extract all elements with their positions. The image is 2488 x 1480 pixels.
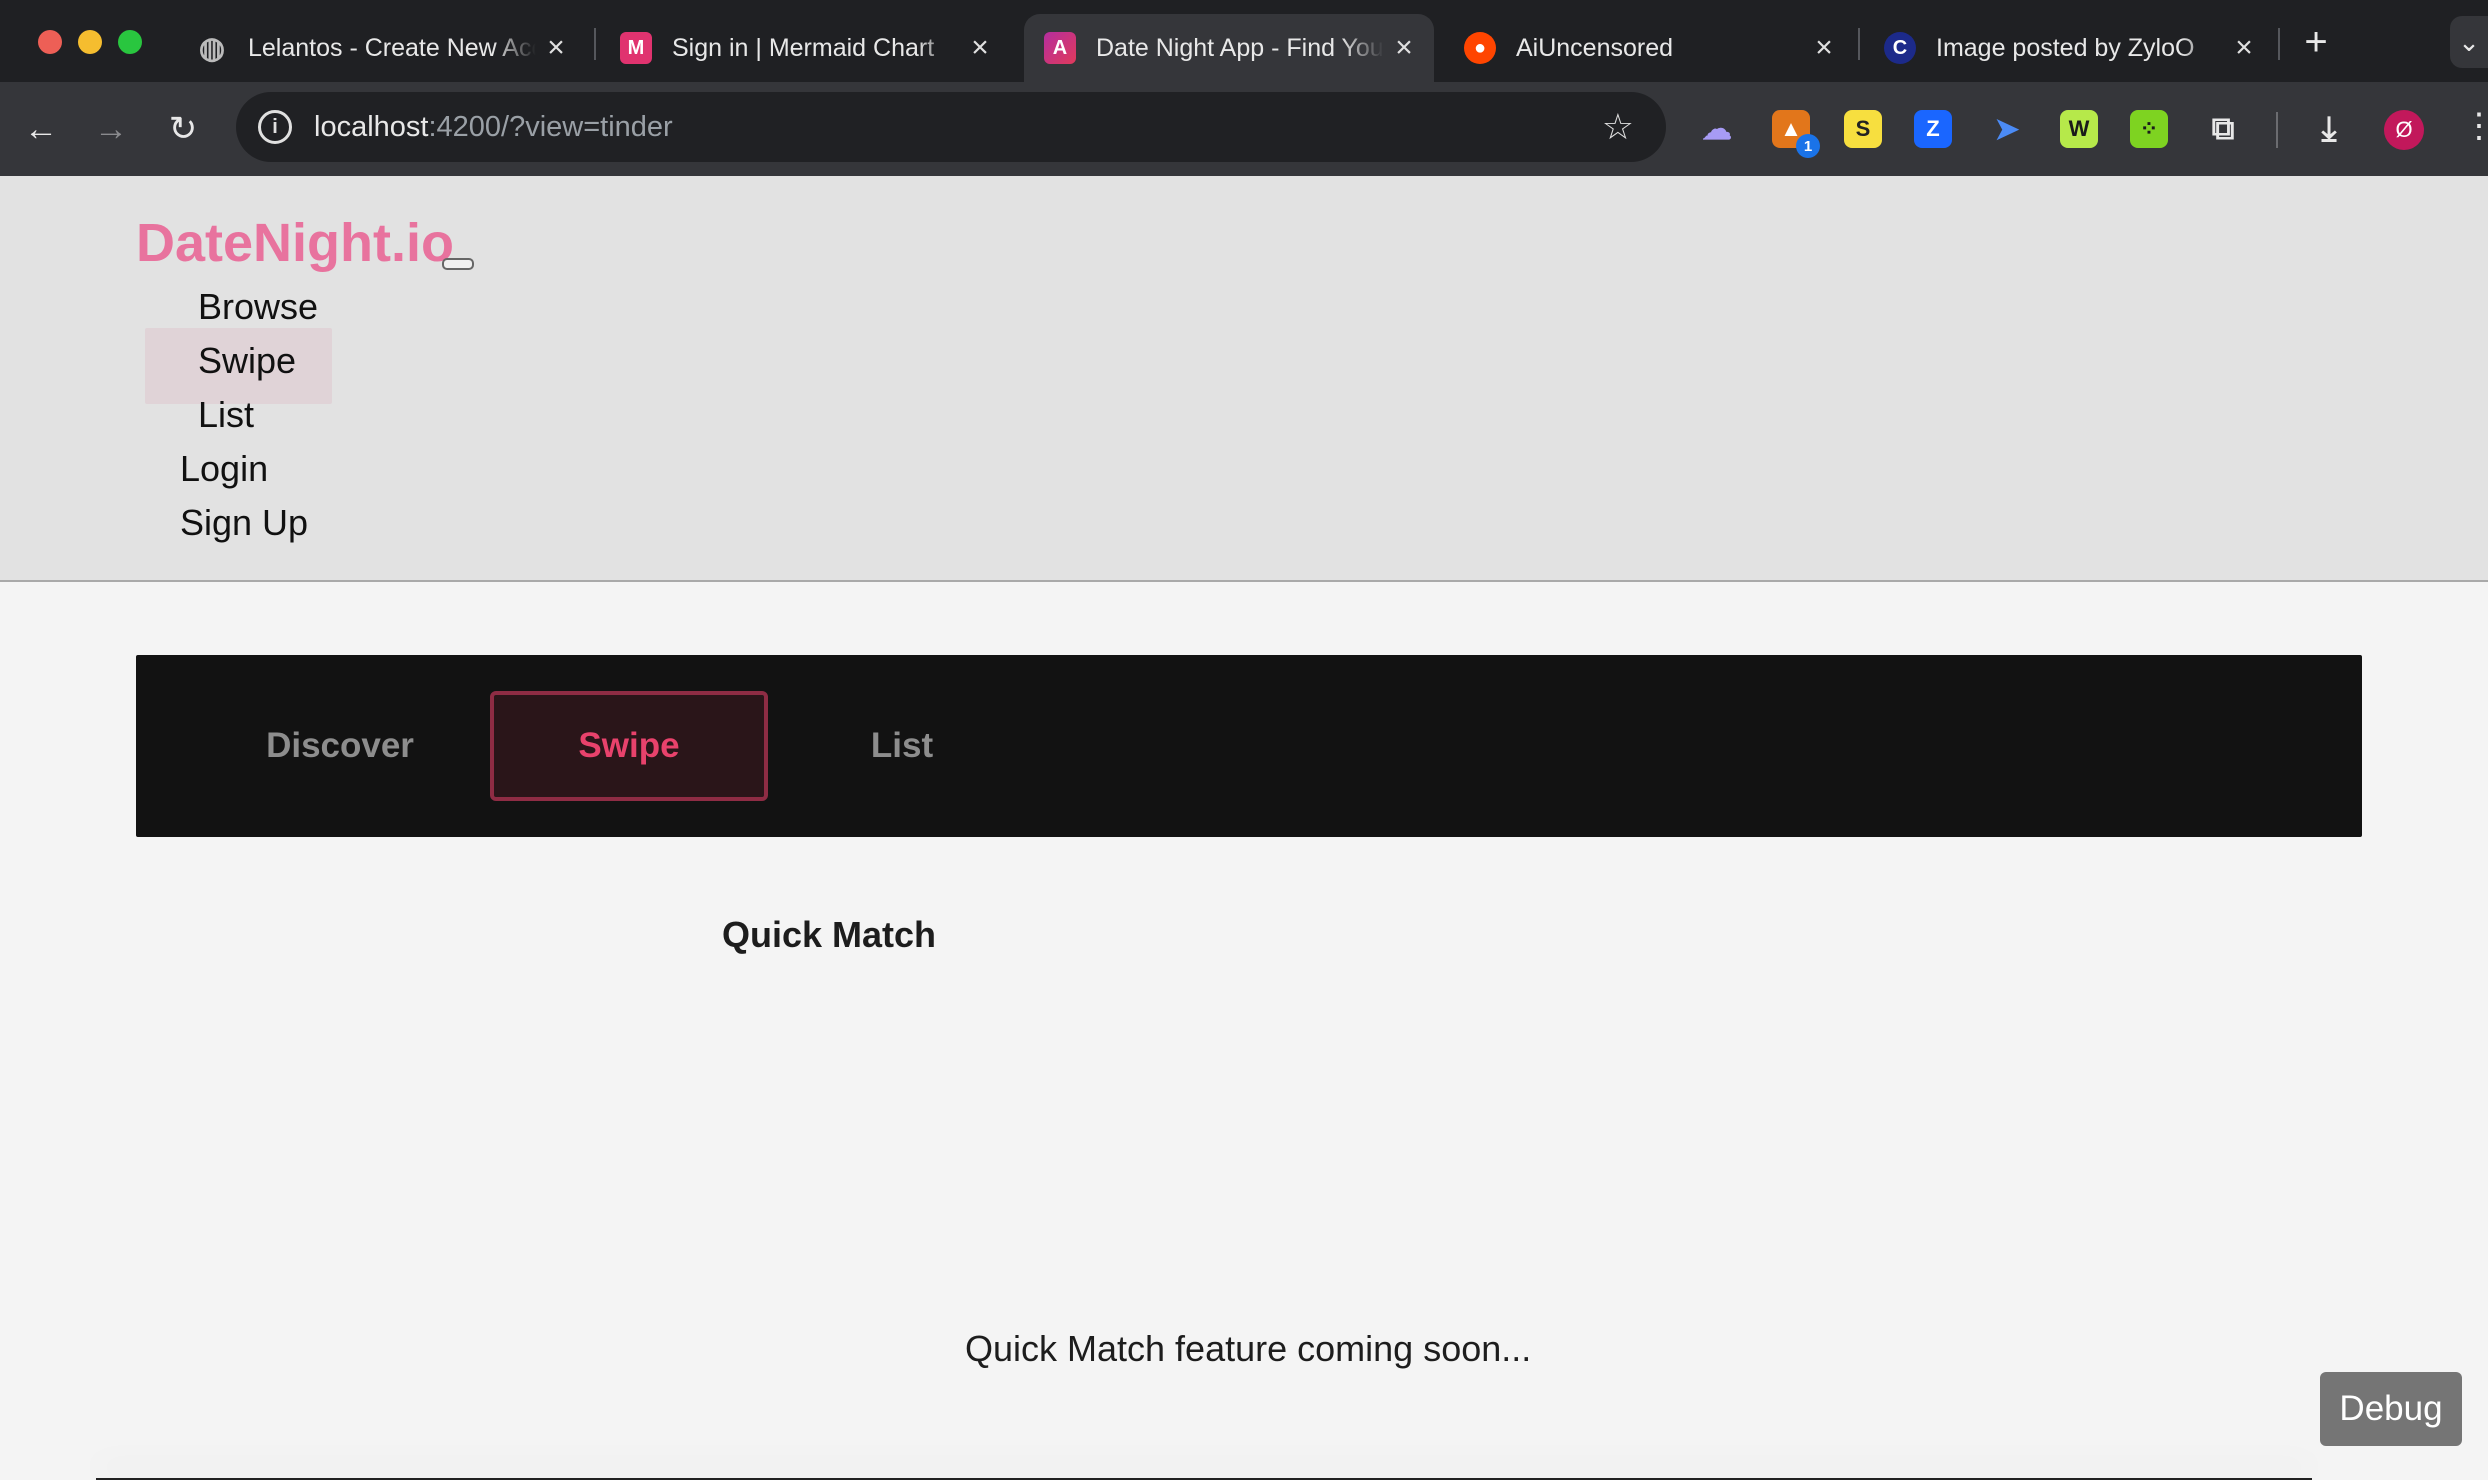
reddit-icon: ● <box>1464 32 1496 64</box>
browser-menu-icon[interactable]: ⋮ <box>2462 106 2488 146</box>
angular-icon: A <box>1044 32 1076 64</box>
debug-button[interactable]: Debug <box>2320 1372 2462 1446</box>
site-logo[interactable]: DateNight.io <box>136 212 454 274</box>
new-tab-icon[interactable]: + <box>2296 20 2336 65</box>
maximize-window-button[interactable] <box>118 30 142 54</box>
tab-title: Lelantos - Create New Account <box>248 33 536 62</box>
browser-tab[interactable]: ● AiUncensored × <box>1444 14 1854 82</box>
tab-discover[interactable]: Discover <box>244 691 436 801</box>
browser-toolbar: ← → ↻ i localhost:4200/?view=tinder ☆ <box>0 82 2488 176</box>
ghost-extension-icon[interactable]: ☁ <box>1698 110 1736 148</box>
address-host: localhost <box>314 110 429 143</box>
w-extension-icon[interactable]: W <box>2060 110 2098 148</box>
tab-separator <box>1858 28 1860 60</box>
metamask-extension-icon[interactable]: ▲ 1 <box>1772 110 1820 158</box>
close-tab-icon[interactable]: × <box>960 31 1000 65</box>
coming-soon-message: Quick Match feature coming soon... <box>965 1328 1532 1369</box>
tab-separator <box>2278 28 2280 60</box>
z-extension-icon[interactable]: Z <box>1914 110 1952 148</box>
close-tab-icon[interactable]: × <box>2224 31 2264 65</box>
s-extension-icon[interactable]: S <box>1844 110 1882 148</box>
toolbar-separator <box>2276 112 2278 148</box>
tab-title: Sign in | Mermaid Chart <box>672 33 935 62</box>
tab-list[interactable]: List <box>826 691 978 801</box>
section-title: Quick Match <box>722 914 937 955</box>
site-header: DateNight.io Browse Swipe List Login Sig… <box>0 176 2488 582</box>
nav-link-swipe[interactable]: Swipe <box>198 340 296 382</box>
profile-avatar[interactable]: Ø <box>2384 110 2424 150</box>
send-extension-icon[interactable]: ➤ <box>1988 110 2026 148</box>
address-bar[interactable]: i localhost:4200/?view=tinder ☆ <box>236 92 1666 162</box>
signup-link[interactable]: Sign Up <box>180 502 308 544</box>
view-tabs-bar: Discover Swipe List <box>136 655 2362 837</box>
civitai-icon: C <box>1884 32 1916 64</box>
globe-icon: ◍ <box>198 31 226 65</box>
bookmark-star-icon[interactable]: ☆ <box>1602 106 1634 148</box>
download-icon[interactable]: ⤓ <box>2310 110 2348 148</box>
nav-link-list[interactable]: List <box>198 394 254 436</box>
login-link[interactable]: Login <box>180 448 268 490</box>
browser-tab-active[interactable]: A Date Night App - Find Your Date × <box>1024 14 1434 82</box>
browser-tabstrip: ◍ Lelantos - Create New Account × M Sign… <box>0 0 2488 82</box>
tab-search-chevron-icon[interactable]: ⌄ <box>2450 16 2488 68</box>
tab-title: Image posted by ZyloO <box>1936 33 2195 62</box>
dice-extension-icon[interactable]: ⁘ <box>2130 110 2168 148</box>
close-tab-icon[interactable]: × <box>1384 31 1424 65</box>
extension-badge: 1 <box>1796 134 1820 158</box>
forward-arrow-icon[interactable]: → <box>84 102 138 156</box>
close-tab-icon[interactable]: × <box>1804 31 1844 65</box>
back-arrow-icon[interactable]: ← <box>14 102 68 156</box>
browser-tab[interactable]: C Image posted by ZyloO × <box>1864 14 2274 82</box>
close-window-button[interactable] <box>38 30 62 54</box>
mermaid-icon: M <box>620 32 652 64</box>
close-tab-icon[interactable]: × <box>536 31 576 65</box>
puzzle-icon[interactable]: ⧉ <box>2204 110 2242 148</box>
address-path: :4200/?view=tinder <box>428 110 673 143</box>
site-info-icon[interactable]: i <box>258 110 292 144</box>
menu-toggle-button[interactable] <box>442 258 474 270</box>
tab-title: Date Night App - Find Your Date <box>1096 33 1384 62</box>
tab-title: AiUncensored <box>1516 33 1674 62</box>
reload-icon[interactable]: ↻ <box>156 102 210 156</box>
tab-separator <box>594 28 596 60</box>
minimize-window-button[interactable] <box>78 30 102 54</box>
address-url: localhost:4200/?view=tinder <box>314 111 673 144</box>
browser-tab[interactable]: ◍ Lelantos - Create New Account × <box>176 14 586 82</box>
tab-swipe[interactable]: Swipe <box>490 691 768 801</box>
browser-tab[interactable]: M Sign in | Mermaid Chart × <box>600 14 1010 82</box>
nav-link-browse[interactable]: Browse <box>198 286 318 328</box>
